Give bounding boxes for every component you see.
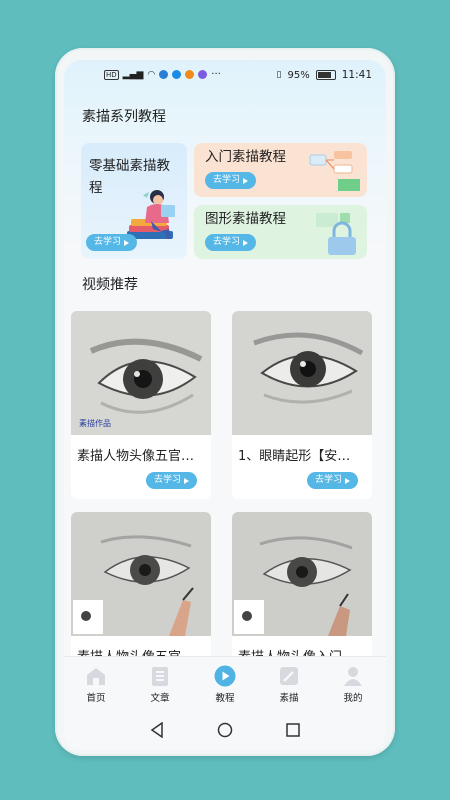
battery-percent: 95% [287,69,310,81]
artwork-watermark: 素描作品 [79,419,111,428]
system-nav-bar [64,711,386,750]
series-section-title: 素描系列教程 [82,109,166,125]
profile-icon [344,667,362,686]
recents-icon[interactable] [286,723,300,737]
card-intro-sketch-title: 入门素描教程 [205,149,286,165]
card-zero-basis-go-button[interactable]: 去学习 [86,234,138,251]
video-title: 素描人物头像五官… [77,449,195,464]
video-card[interactable]: 素描作品 素描人物头像五官… 去学习 [71,311,211,499]
pencil-icon [280,667,298,685]
app-screen: HD ▂▄▆ ◠ ··· ▯ 95% 11:41 素描系列教程 零基础素描教程 [64,60,386,750]
tab-label: 首页 [86,693,106,704]
app-notification-icon [185,70,195,79]
bottom-tab-bar: 首页 文章 教程 素描 我的 [64,656,386,712]
video-card[interactable]: 1、眼睛起形【安… 去学习 [232,311,372,499]
go-button-label: 去学习 [94,237,122,247]
video-go-button[interactable]: 去学习 [307,472,359,489]
play-icon [214,665,236,687]
article-icon [152,667,168,686]
phone-frame: HD ▂▄▆ ◠ ··· ▯ 95% 11:41 素描系列教程 零基础素描教程 [55,48,395,756]
card-graphic-sketch-title: 图形素描教程 [205,211,286,227]
play-arrow-icon [184,477,190,484]
back-icon[interactable] [150,722,164,738]
videos-section-title: 视频推荐 [82,277,138,293]
go-button-label: 去学习 [213,175,241,185]
go-button-label: 去学习 [154,475,182,485]
wifi-icon: ◠ [147,69,156,80]
app-notification-icon [172,70,182,79]
tab-tutorial[interactable]: 教程 [200,665,250,704]
video-thumbnail [232,512,372,636]
hd-badge: HD [104,69,119,80]
play-arrow-icon [124,239,130,246]
video-thumbnail: 素描作品 [71,311,211,435]
more-notifications-icon: ··· [211,69,221,80]
status-icons-right: ▯ 95% 11:41 [277,69,372,81]
video-card[interactable]: 素描人物头像五官 [71,512,211,662]
battery-icon [315,70,336,80]
video-title: 1、眼睛起形【安… [238,449,351,464]
tab-article[interactable]: 文章 [135,665,185,704]
app-notification-icon [159,70,169,79]
tab-label: 素描 [279,693,299,704]
play-arrow-icon [345,477,351,484]
play-arrow-icon [243,177,249,184]
go-button-label: 去学习 [213,237,241,247]
go-button-label: 去学习 [315,475,343,485]
tab-profile[interactable]: 我的 [328,665,378,704]
card-graphic-sketch[interactable]: 图形素描教程 去学习 [194,205,367,259]
lock-illustration [316,213,356,255]
video-card[interactable]: 素描人物头像入门 [232,512,372,662]
video-thumbnail [71,512,211,636]
card-graphic-go-button[interactable]: 去学习 [205,234,257,251]
status-bar: HD ▂▄▆ ◠ ··· ▯ 95% 11:41 [64,60,386,88]
tab-label: 教程 [215,693,235,704]
card-intro-sketch[interactable]: 入门素描教程 去学习 [194,143,367,197]
card-intro-go-button[interactable]: 去学习 [205,172,257,189]
play-arrow-icon [243,239,249,246]
app-notification-icon [198,70,208,79]
clock-time: 11:41 [341,69,372,81]
card-zero-basis[interactable]: 零基础素描教程 去学习 [81,143,187,259]
status-icons-left: HD ▂▄▆ ◠ ··· [104,69,221,80]
home-nav-icon[interactable] [217,722,233,738]
tab-home[interactable]: 首页 [71,665,121,704]
video-thumbnail [232,311,372,435]
video-go-button[interactable]: 去学习 [146,472,198,489]
flowchart-illustration [309,151,360,191]
vibrate-icon: ▯ [276,70,282,80]
tab-label: 我的 [343,693,363,704]
tab-label: 文章 [150,693,170,704]
home-icon [87,668,105,685]
signal-icon: ▂▄▆ [122,69,144,80]
tab-sketch[interactable]: 素描 [264,665,314,704]
